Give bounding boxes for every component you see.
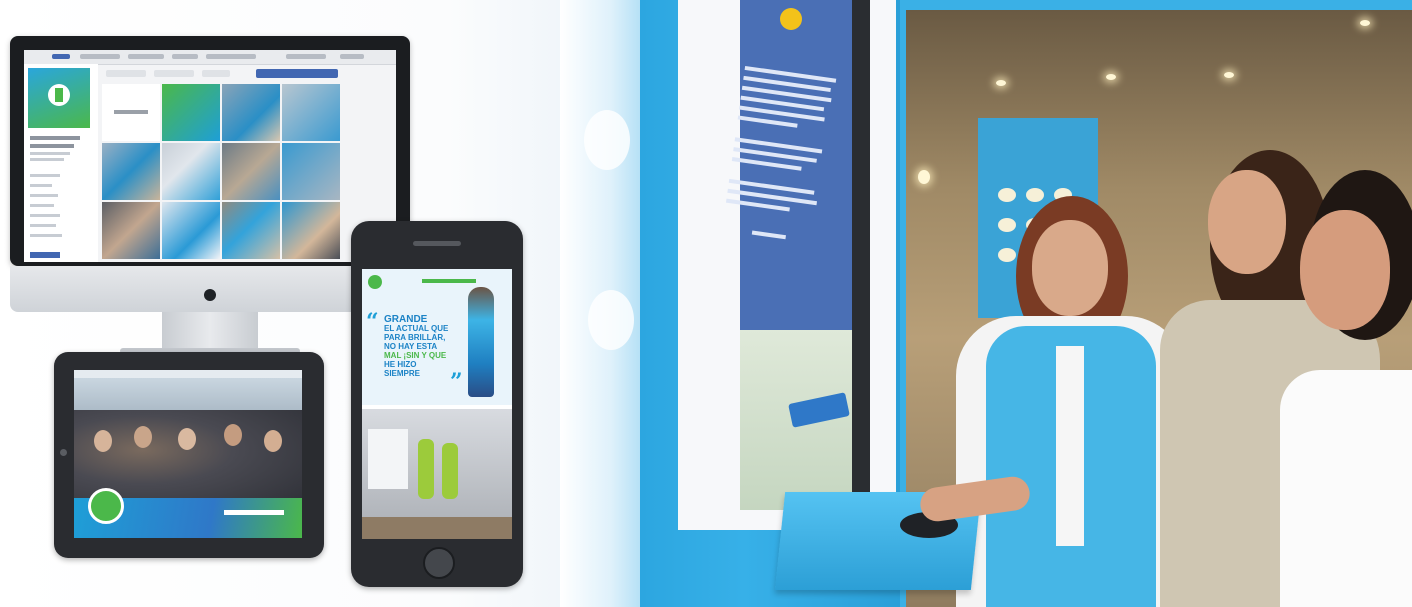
phone-device: “ GRANDE EL ACTUAL QUE PARA BRILLAR, NO … xyxy=(351,221,523,587)
phone-speaker xyxy=(413,241,461,246)
page-action-button[interactable] xyxy=(30,252,60,258)
close-quote-icon: ” xyxy=(450,369,463,395)
tablet-camera xyxy=(60,449,67,456)
photo-tile[interactable] xyxy=(222,84,280,141)
kiosk-event-photo xyxy=(560,0,1412,607)
monitor-logo-dot xyxy=(204,289,216,301)
ad-model xyxy=(468,287,494,397)
devices-collage: “ GRANDE EL ACTUAL QUE PARA BRILLAR, NO … xyxy=(0,0,560,607)
phone-event-photo xyxy=(362,409,512,539)
photo-tile[interactable] xyxy=(282,84,340,141)
kiosk-screen xyxy=(725,0,870,510)
ad-headline: GRANDE EL ACTUAL QUE PARA BRILLAR, NO HA… xyxy=(384,314,449,379)
kiosk-text-lines xyxy=(722,60,845,244)
photo-grid xyxy=(102,64,394,262)
tablet-device xyxy=(54,352,324,558)
photo-tile[interactable] xyxy=(282,143,340,200)
tablet-crowd-photo xyxy=(74,370,302,538)
create-album-button[interactable] xyxy=(256,69,338,78)
page-sidebar xyxy=(24,64,98,262)
page-profile-picture xyxy=(28,68,90,128)
photo-tile[interactable] xyxy=(162,202,220,259)
monitor-stand xyxy=(162,312,258,350)
kiosk-screen-text-panel xyxy=(725,0,852,330)
motivational-ad: “ GRANDE EL ACTUAL QUE PARA BRILLAR, NO … xyxy=(362,269,512,405)
cloud-decoration xyxy=(584,110,630,170)
photo-tile[interactable] xyxy=(282,202,340,259)
facebook-photos-page xyxy=(24,50,396,262)
collage-scene: “ GRANDE EL ACTUAL QUE PARA BRILLAR, NO … xyxy=(0,0,1412,607)
woman-in-white xyxy=(1280,170,1412,607)
photo-tile[interactable] xyxy=(102,202,160,259)
cloud-decoration xyxy=(588,290,634,350)
phone-home-button[interactable] xyxy=(423,547,455,579)
page-tab-bar xyxy=(24,50,396,65)
photo-tile[interactable] xyxy=(162,84,220,141)
photo-tile[interactable] xyxy=(222,202,280,259)
photo-tile[interactable] xyxy=(102,143,160,200)
phone-screen: “ GRANDE EL ACTUAL QUE PARA BRILLAR, NO … xyxy=(362,269,512,539)
photo-tile[interactable] xyxy=(162,143,220,200)
photo-tile[interactable] xyxy=(102,84,160,141)
desktop-monitor xyxy=(10,36,410,266)
photo-tile[interactable] xyxy=(222,143,280,200)
open-quote-icon: “ xyxy=(366,309,379,335)
